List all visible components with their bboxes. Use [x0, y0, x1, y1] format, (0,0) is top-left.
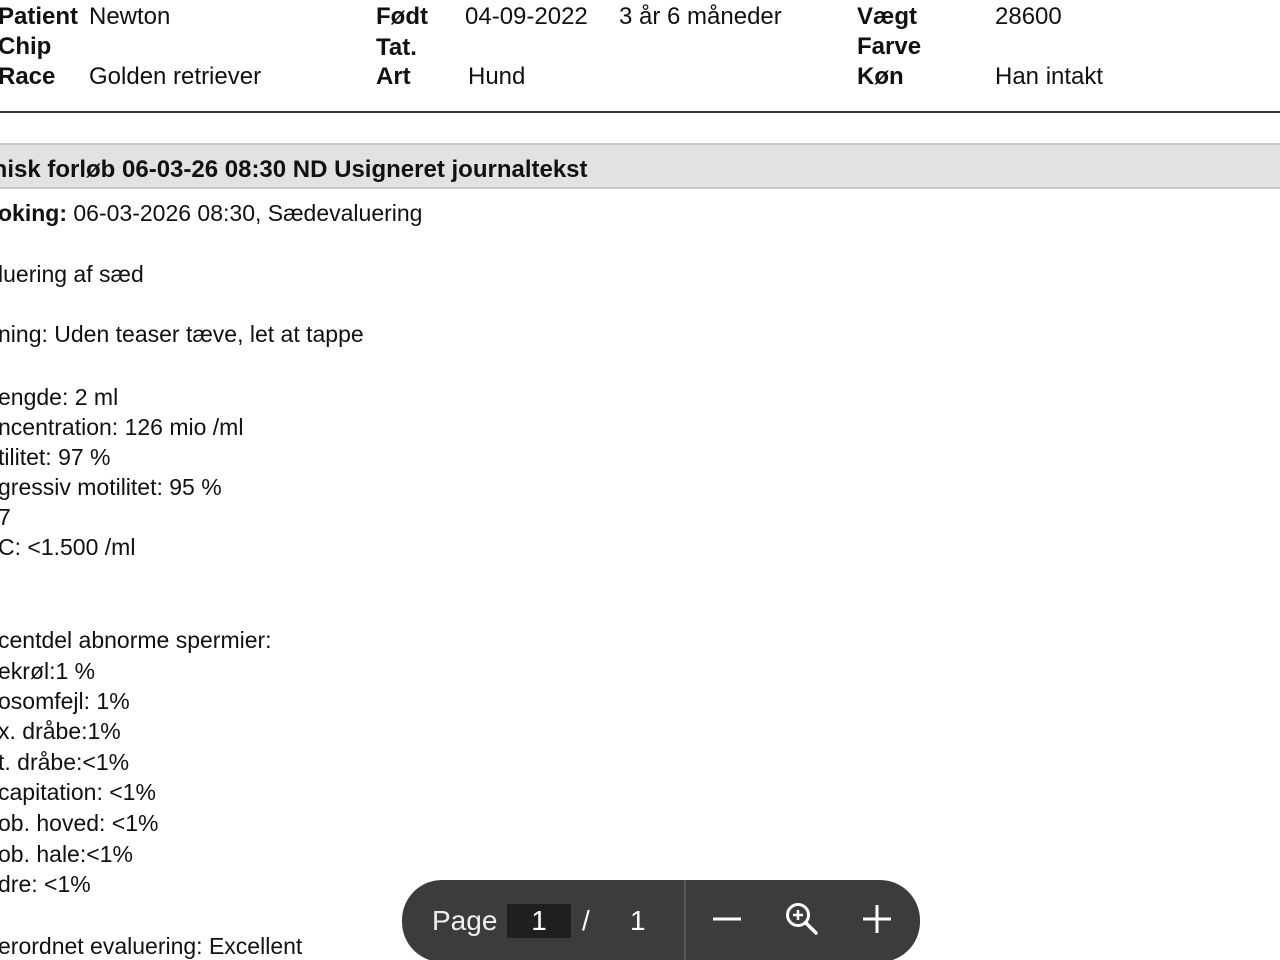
patient-label: Patient: [0, 3, 79, 30]
chip-label: Chip: [0, 33, 52, 60]
pdf-page: Patient Newton Chip Race Golden retrieve…: [0, 0, 1280, 960]
sex-value: Han intakt: [995, 63, 1104, 90]
booking-label: oking:: [0, 200, 67, 226]
journal-line: x. dråbe:1%: [0, 718, 121, 744]
tat-label: Tat.: [376, 34, 417, 61]
patient-name: Newton: [89, 3, 171, 30]
journal-line: capitation: <1%: [0, 779, 156, 805]
art-label: Art: [376, 63, 411, 90]
booking-value: 06-03-2026 08:30, Sædevaluering: [67, 200, 423, 226]
journal-line: t. dråbe:<1%: [0, 749, 130, 775]
journal-line: ning: Uden teaser tæve, let at tappe: [0, 321, 364, 347]
weight-label: Vægt: [857, 3, 917, 30]
page-separator: /: [582, 905, 590, 936]
journal-line: luering af sæd: [0, 261, 144, 287]
journal-line: ncentration: 126 mio /ml: [0, 414, 244, 440]
born-date: 04-09-2022: [465, 3, 588, 30]
color-label: Farve: [857, 33, 922, 60]
total-pages: 1: [630, 905, 646, 936]
race-value: Golden retriever: [89, 63, 262, 90]
journal-line: dre: <1%: [0, 871, 91, 897]
pdf-toolbar: Page / 1: [402, 880, 920, 960]
race-label: Race: [0, 63, 56, 90]
born-label: Født: [376, 3, 428, 30]
journal-line: ob. hoved: <1%: [0, 810, 159, 836]
journal-line: osomfejl: 1%: [0, 688, 130, 714]
zoom-out-button[interactable]: [704, 898, 750, 944]
art-value: Hund: [468, 63, 526, 90]
journal-line: ob. hale:<1%: [0, 841, 133, 867]
header-divider: [0, 111, 1280, 113]
journal-line: ekrøl:1 %: [0, 658, 96, 684]
journal-line: erordnet evaluering: Excellent: [0, 933, 303, 959]
sex-label: Køn: [857, 63, 904, 90]
zoom-fit-button[interactable]: [779, 898, 825, 944]
journal-line: engde: 2 ml: [0, 384, 119, 410]
journal-line: 7: [0, 504, 11, 530]
page-number-input[interactable]: [507, 904, 571, 938]
born-age: 3 år 6 måneder: [619, 3, 782, 30]
plus-icon: [862, 904, 892, 939]
page-label: Page: [432, 905, 498, 936]
journal-line: tilitet: 97 %: [0, 444, 111, 470]
zoom-in-button[interactable]: [854, 898, 900, 944]
journal-line: C: <1.500 /ml: [0, 534, 136, 560]
journal-line: centdel abnorme spermier:: [0, 627, 272, 653]
journal-line: gressiv motilitet: 95 %: [0, 474, 222, 500]
magnifier-plus-icon: [784, 901, 820, 942]
section-title: inisk forløb 06-03-26 08:30 ND Usigneret…: [0, 156, 588, 183]
booking-line: oking: 06-03-2026 08:30, Sædevaluering: [0, 199, 422, 227]
minus-icon: [712, 904, 742, 939]
toolbar-divider: [684, 880, 686, 960]
weight-value: 28600: [995, 3, 1062, 30]
